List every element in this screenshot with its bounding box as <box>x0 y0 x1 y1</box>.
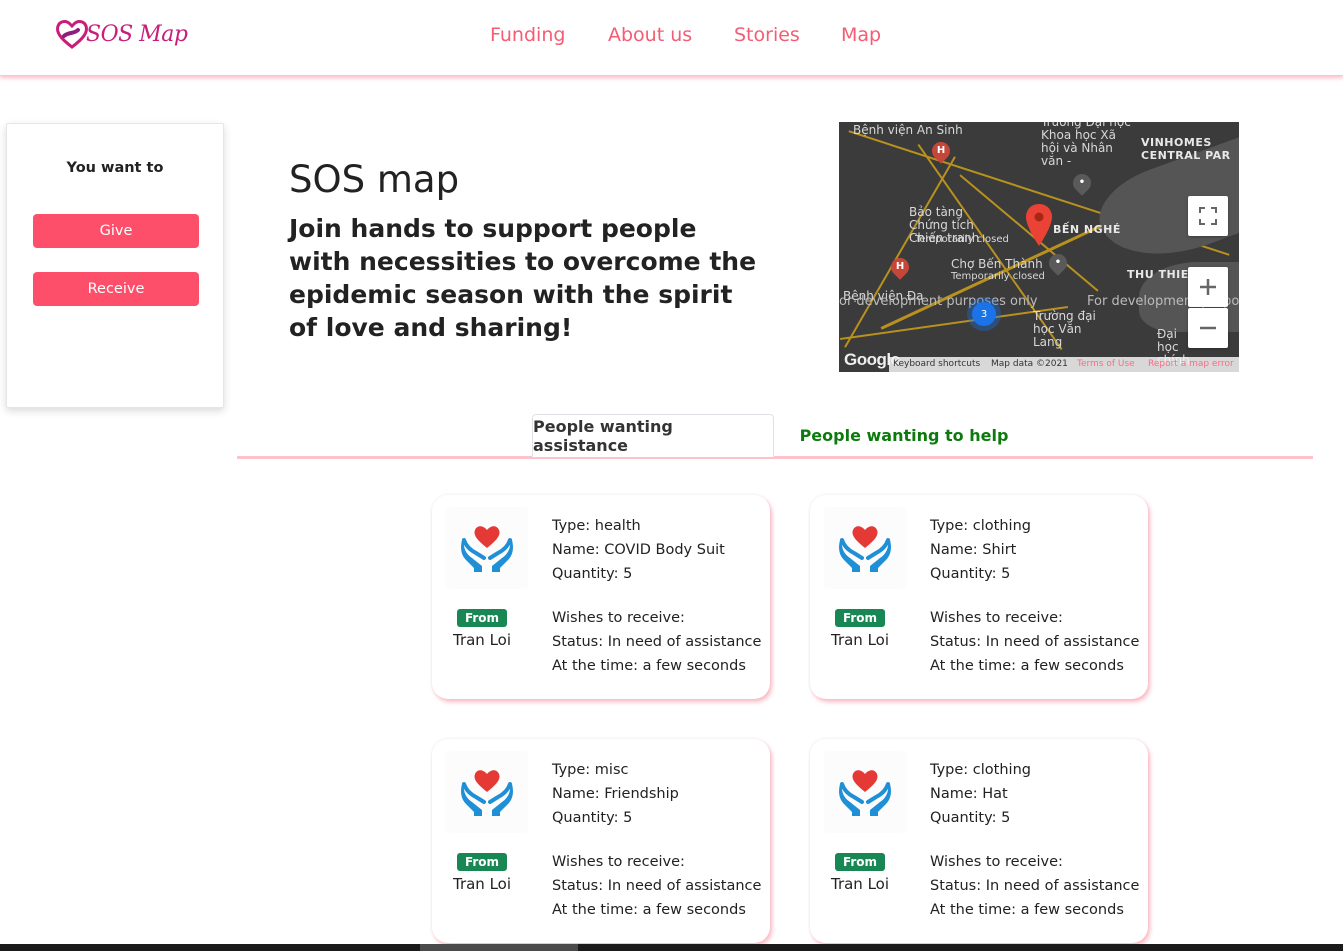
map-footer: Keyboard shortcuts Map data ©2021 Terms … <box>889 357 1239 372</box>
nav-about-us[interactable]: About us <box>608 24 692 46</box>
page-subtitle: Join hands to support people with necess… <box>289 214 757 342</box>
sender-name: Tran Loi <box>452 631 512 649</box>
report-error-link[interactable]: Report a map error <box>1148 359 1234 369</box>
navbar: SOS Map Funding About us Stories Map <box>0 0 1343 76</box>
give-button[interactable]: Give <box>33 214 199 248</box>
heart-logo-icon <box>56 20 88 49</box>
map-label: Trường Đại học Khoa học Xã hội và Nhân v… <box>1041 122 1131 168</box>
item-type: Type: clothing <box>930 762 1031 778</box>
request-card[interactable]: From Tran Loi Type: health Name: COVID Body… <box>432 495 770 699</box>
tabs-underline <box>237 456 1313 459</box>
from-badge: From <box>835 853 885 871</box>
item-wishes: Wishes to receive: <box>930 610 1063 626</box>
item-type: Type: health <box>552 518 641 534</box>
item-type: Type: clothing <box>930 518 1031 534</box>
item-time: At the time: a few seconds <box>552 902 746 918</box>
horizontal-scrollbar[interactable] <box>0 944 1343 951</box>
nav-funding[interactable]: Funding <box>490 24 565 46</box>
shop-marker-icon[interactable]: • <box>1045 250 1071 276</box>
item-status: Status: In need of assistance <box>930 878 1140 894</box>
sender-name: Tran Loi <box>830 631 890 649</box>
action-sidebar: You want to Give Receive <box>6 123 224 408</box>
map-label: Bệnh viện An Sinh <box>853 123 963 137</box>
item-name: Name: COVID Body Suit <box>552 542 725 558</box>
page-title: SOS map <box>289 158 460 201</box>
item-name: Name: Friendship <box>552 786 679 802</box>
item-time: At the time: a few seconds <box>552 658 746 674</box>
nav-stories[interactable]: Stories <box>734 24 800 46</box>
item-name: Name: Hat <box>930 786 1008 802</box>
item-status: Status: In need of assistance <box>930 634 1140 650</box>
map-dev-watermark: or development purposes only <box>839 294 1038 309</box>
from-badge: From <box>835 609 885 627</box>
map-cluster-marker[interactable]: 3 <box>972 302 996 326</box>
card-image <box>824 751 906 833</box>
map-label: BẾN NGHÉ <box>1053 223 1121 236</box>
item-time: At the time: a few seconds <box>930 658 1124 674</box>
request-card[interactable]: From Tran Loi Type: clothing Name: Shirt Qua… <box>810 495 1148 699</box>
heart-hands-icon <box>839 526 891 572</box>
google-map[interactable]: Bệnh viện An Sinh Trường Đại học Khoa họ… <box>839 122 1239 372</box>
request-card[interactable]: From Tran Loi Type: misc Name: Friendship Qu… <box>432 739 770 943</box>
tab-people-wanting-assistance[interactable]: People wanting assistance <box>532 414 774 457</box>
item-quantity: Quantity: 5 <box>552 810 633 826</box>
map-label: Temporarily closed <box>951 271 1045 282</box>
item-status: Status: In need of assistance <box>552 634 762 650</box>
item-quantity: Quantity: 5 <box>930 810 1011 826</box>
hospital-marker-icon[interactable]: H <box>928 138 954 164</box>
card-image <box>824 507 906 589</box>
terms-link[interactable]: Terms of Use <box>1077 359 1135 369</box>
item-status: Status: In need of assistance <box>552 878 762 894</box>
from-badge: From <box>457 609 507 627</box>
keyboard-shortcuts-link[interactable]: Keyboard shortcuts <box>893 359 980 369</box>
item-time: At the time: a few seconds <box>930 902 1124 918</box>
request-card[interactable]: From Tran Loi Type: clothing Name: Hat Quant… <box>810 739 1148 943</box>
tab-people-wanting-to-help[interactable]: People wanting to help <box>792 414 1016 457</box>
item-wishes: Wishes to receive: <box>552 610 685 626</box>
zoom-out-icon[interactable] <box>1188 308 1228 348</box>
from-badge: From <box>457 853 507 871</box>
heart-hands-icon <box>839 770 891 816</box>
scrollbar-thumb[interactable] <box>420 944 578 951</box>
item-quantity: Quantity: 5 <box>552 566 633 582</box>
map-label: VINHOMES CENTRAL PAR <box>1141 136 1231 162</box>
sender-name: Tran Loi <box>830 875 890 893</box>
item-type: Type: misc <box>552 762 629 778</box>
map-label: Temporarily closed <box>915 234 1009 245</box>
museum-marker-icon[interactable]: • <box>1069 170 1095 196</box>
card-image <box>446 751 528 833</box>
sender-name: Tran Loi <box>452 875 512 893</box>
map-marker-icon[interactable] <box>1026 204 1052 246</box>
map-label: Trường đại học Văn Lang <box>1033 309 1096 349</box>
fullscreen-icon[interactable] <box>1188 196 1228 236</box>
hospital-marker-icon[interactable]: H <box>887 254 913 280</box>
heart-hands-icon <box>461 770 513 816</box>
item-quantity: Quantity: 5 <box>930 566 1011 582</box>
sidebar-title: You want to <box>66 160 164 176</box>
receive-button[interactable]: Receive <box>33 272 199 306</box>
heart-hands-icon <box>461 526 513 572</box>
item-name: Name: Shirt <box>930 542 1017 558</box>
item-wishes: Wishes to receive: <box>930 854 1063 870</box>
nav-map[interactable]: Map <box>841 24 881 46</box>
item-wishes: Wishes to receive: <box>552 854 685 870</box>
map-data-text: Map data ©2021 <box>991 359 1068 369</box>
zoom-in-icon[interactable] <box>1188 267 1228 307</box>
brand-logo[interactable]: SOS Map <box>54 16 188 52</box>
card-image <box>446 507 528 589</box>
brand-name: SOS Map <box>86 21 188 47</box>
